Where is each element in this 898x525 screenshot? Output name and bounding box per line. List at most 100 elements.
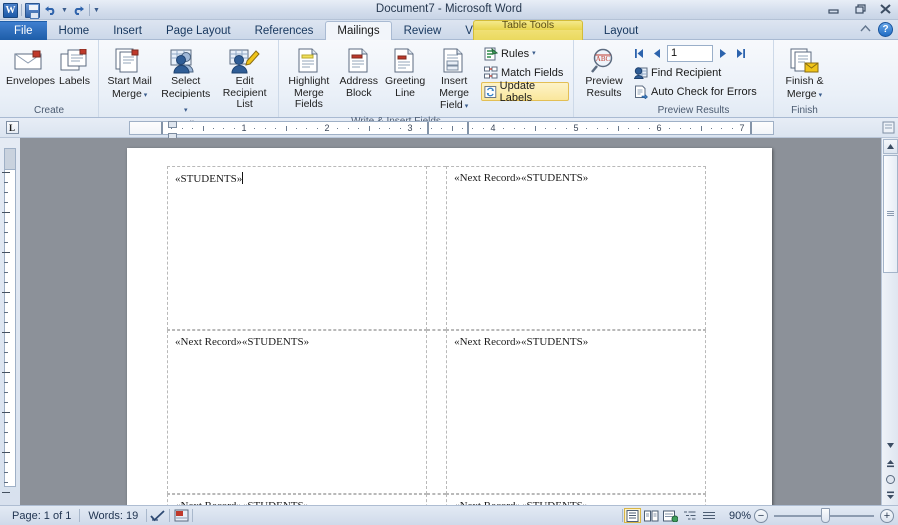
merge-field-text: «Next Record»«STUDENTS» bbox=[454, 172, 588, 184]
zoom-in-button[interactable]: + bbox=[880, 509, 894, 523]
close-button[interactable] bbox=[877, 2, 894, 16]
tab-references[interactable]: References bbox=[243, 21, 326, 40]
tab-review[interactable]: Review bbox=[392, 21, 454, 40]
vertical-ruler[interactable] bbox=[0, 138, 20, 505]
horizontal-ruler[interactable]: 1234567 bbox=[129, 121, 774, 135]
tab-home[interactable]: Home bbox=[47, 21, 102, 40]
find-recipient-button[interactable]: Find Recipient bbox=[631, 63, 762, 82]
word-count[interactable]: Words: 19 bbox=[80, 510, 146, 522]
chevron-down-icon[interactable]: ▾ bbox=[142, 92, 147, 99]
ribbon-collapse-button[interactable] bbox=[859, 23, 872, 38]
chevron-down-icon[interactable]: ▾ bbox=[184, 107, 188, 114]
chevron-down-icon[interactable]: ▾ bbox=[463, 103, 468, 110]
document-canvas[interactable]: «STUDENTS» «Next Record»«STUDENTS» «Next… bbox=[20, 138, 881, 505]
next-page-button[interactable] bbox=[883, 488, 898, 503]
ruler-text-area bbox=[163, 122, 751, 134]
select-recipients-button[interactable]: Select Recipients ▾ bbox=[157, 43, 214, 119]
restore-button[interactable] bbox=[851, 2, 868, 16]
next-record-button[interactable] bbox=[717, 46, 730, 61]
vertical-ruler-tick bbox=[4, 392, 8, 393]
ruler-tick bbox=[721, 128, 722, 129]
ruler-toggle-button[interactable] bbox=[878, 121, 898, 134]
previous-record-button[interactable] bbox=[650, 46, 663, 61]
tab-layout[interactable]: Layout bbox=[592, 21, 651, 40]
write-insert-small-buttons: Rules ▾ Match Fields bbox=[481, 43, 569, 101]
tab-page-layout[interactable]: Page Layout bbox=[154, 21, 243, 40]
tab-insert[interactable]: Insert bbox=[101, 21, 154, 40]
vertical-ruler-tick bbox=[4, 282, 8, 283]
labels-icon bbox=[57, 46, 92, 76]
table-cell[interactable]: «Next Record»«STUDENTS» bbox=[446, 330, 706, 494]
view-web-layout-button[interactable] bbox=[662, 508, 679, 523]
help-icon[interactable]: ? bbox=[878, 22, 893, 37]
envelopes-button[interactable]: Envelopes bbox=[4, 43, 54, 89]
preview-results-button[interactable]: ABC Preview Results bbox=[578, 43, 630, 100]
vertical-ruler-tick bbox=[4, 182, 8, 183]
greeting-line-label-2: Line bbox=[395, 87, 415, 99]
start-mail-merge-button[interactable]: Start Mail Merge ▾ bbox=[103, 43, 156, 104]
insert-merge-field-button[interactable]: Insert Merge Field ▾ bbox=[428, 43, 480, 115]
table-cell[interactable]: «Next Record»«STUDENTS» bbox=[446, 494, 706, 505]
labels-button[interactable]: Labels bbox=[55, 43, 94, 89]
edit-recipient-list-icon bbox=[217, 46, 272, 76]
table-cell[interactable]: «Next Record»«STUDENTS» bbox=[446, 166, 706, 330]
scroll-up-button[interactable] bbox=[883, 139, 898, 154]
table-cell[interactable]: «STUDENTS» bbox=[167, 166, 427, 330]
scroll-down-button[interactable] bbox=[883, 438, 898, 453]
select-browse-object-button[interactable] bbox=[883, 472, 898, 487]
zoom-out-button[interactable]: − bbox=[754, 509, 768, 523]
start-mail-merge-icon bbox=[105, 46, 154, 76]
vertical-ruler-track bbox=[4, 148, 16, 487]
zoom-slider-thumb[interactable] bbox=[821, 508, 830, 523]
tab-file[interactable]: File bbox=[0, 21, 47, 40]
finish-and-merge-button[interactable]: Finish & Merge ▾ bbox=[778, 43, 831, 104]
document-stage: «STUDENTS» «Next Record»«STUDENTS» «Next… bbox=[0, 138, 898, 505]
record-number-input[interactable]: 1 bbox=[667, 45, 713, 62]
minimize-button[interactable] bbox=[825, 2, 842, 16]
view-full-screen-reading-button[interactable] bbox=[643, 508, 660, 523]
ruler-tick bbox=[472, 128, 473, 129]
address-block-button[interactable]: Address Block bbox=[336, 43, 382, 100]
ruler-tick bbox=[213, 128, 214, 129]
table-cell[interactable]: «Next Record»«STUDENTS» bbox=[167, 494, 427, 505]
chevron-down-icon[interactable]: ▾ bbox=[532, 46, 536, 61]
view-print-layout-button[interactable] bbox=[624, 508, 641, 523]
edit-recipient-list-label-2: Recipient List bbox=[223, 87, 267, 111]
zoom-level[interactable]: 90% bbox=[718, 510, 754, 522]
table-cell[interactable]: «Next Record»«STUDENTS» bbox=[167, 330, 427, 494]
scrollbar-thumb[interactable] bbox=[883, 155, 898, 273]
merge-field-text: «Next Record»«STUDENTS» bbox=[454, 500, 588, 505]
merge-field-label: «STUDENTS» bbox=[175, 173, 242, 185]
auto-check-for-errors-button[interactable]: Auto Check for Errors bbox=[631, 82, 762, 101]
zoom-slider[interactable] bbox=[774, 515, 874, 517]
last-record-button[interactable] bbox=[734, 46, 747, 61]
table-row[interactable]: «Next Record»«STUDENTS» «Next Record»«ST… bbox=[167, 330, 732, 494]
start-mail-merge-label-2: Merge bbox=[112, 88, 142, 100]
proofing-errors-icon[interactable] bbox=[147, 509, 169, 523]
tab-mailings[interactable]: Mailings bbox=[325, 21, 391, 40]
vertical-scrollbar[interactable] bbox=[881, 138, 898, 505]
greeting-line-button[interactable]: Greeting Line bbox=[383, 43, 427, 100]
highlight-merge-fields-button[interactable]: Highlight Merge Fields bbox=[283, 43, 335, 112]
view-draft-button[interactable] bbox=[700, 508, 717, 523]
chevron-down-icon[interactable]: ▾ bbox=[817, 92, 822, 99]
update-labels-button[interactable]: Update Labels bbox=[481, 82, 569, 101]
first-record-button[interactable] bbox=[633, 46, 646, 61]
ruler-tick bbox=[680, 128, 681, 129]
view-outline-button[interactable] bbox=[681, 508, 698, 523]
document-page[interactable]: «STUDENTS» «Next Record»«STUDENTS» «Next… bbox=[127, 148, 772, 505]
ruler-tick bbox=[275, 128, 276, 129]
edit-recipient-list-button[interactable]: Edit Recipient List bbox=[215, 43, 274, 112]
tab-selector-button[interactable]: L bbox=[2, 119, 22, 137]
table-row[interactable]: «STUDENTS» «Next Record»«STUDENTS» bbox=[167, 166, 732, 330]
record-macro-icon[interactable] bbox=[170, 509, 192, 522]
labels-table[interactable]: «STUDENTS» «Next Record»«STUDENTS» «Next… bbox=[167, 166, 732, 505]
table-row[interactable]: «Next Record»«STUDENTS» «Next Record»«ST… bbox=[167, 494, 732, 505]
rules-button[interactable]: Rules ▾ bbox=[481, 44, 569, 63]
update-labels-icon bbox=[484, 85, 497, 99]
first-line-indent-marker[interactable] bbox=[168, 121, 177, 128]
page-indicator[interactable]: Page: 1 of 1 bbox=[4, 510, 79, 522]
ruler-tick bbox=[555, 128, 556, 129]
previous-page-button[interactable] bbox=[883, 456, 898, 471]
vertical-ruler-tick bbox=[2, 332, 10, 333]
